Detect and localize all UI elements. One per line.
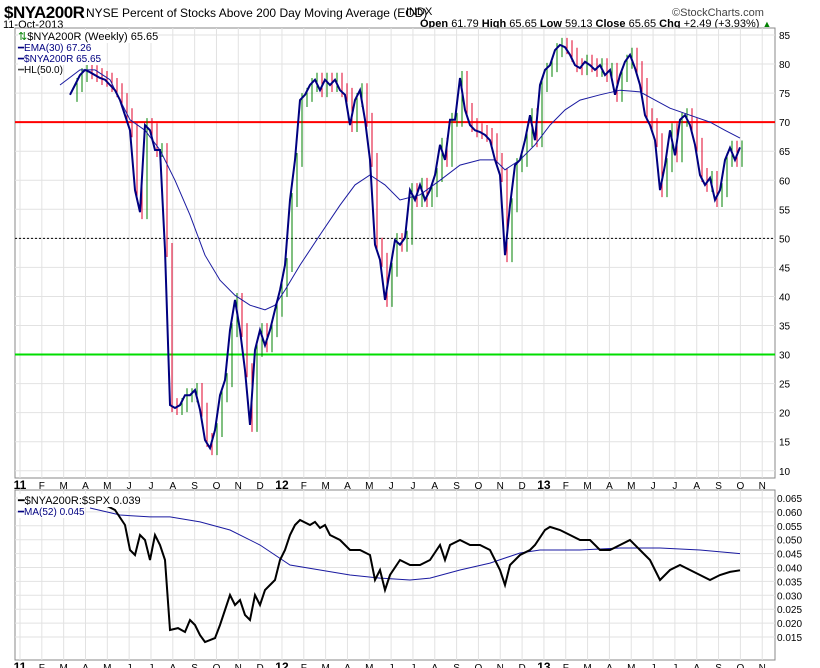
month-tick-label: A: [693, 663, 700, 668]
month-tick-label: N: [497, 663, 504, 668]
y-tick-label: 0.065: [777, 494, 802, 505]
y-tick-label: 65: [779, 147, 791, 158]
month-tick-label: S: [191, 663, 198, 668]
month-tick-label: J: [389, 663, 394, 668]
y-tick-label: 0.025: [777, 605, 802, 616]
y-tick-label: 55: [779, 205, 791, 216]
y-tick-label: 30: [779, 351, 791, 362]
y-tick-label: 80: [779, 60, 791, 71]
y-tick-label: 20: [779, 409, 791, 420]
month-tick-label: F: [39, 663, 45, 668]
y-tick-label: 50: [779, 234, 791, 245]
y-tick-label: 0.040: [777, 564, 802, 575]
legend-ma-label: MA(52) 0.045: [24, 507, 85, 518]
y-tick-label: 70: [779, 118, 791, 129]
month-tick-label: N: [759, 663, 766, 668]
month-tick-label: A: [169, 663, 176, 668]
stockchart: $NYA200R NYSE Percent of Stocks Above 20…: [0, 0, 820, 668]
month-tick-label: A: [431, 663, 438, 668]
legend-hl-label: HL(50.0): [24, 65, 63, 76]
y-tick-label: 0.060: [777, 508, 802, 519]
month-tick-label: 12: [275, 660, 289, 668]
month-tick-label: M: [365, 663, 373, 668]
y-tick-label: 0.045: [777, 550, 802, 561]
legend-hl: ┅HL(50.0): [18, 65, 63, 76]
legend-ema-label: EMA(30) 67.26: [24, 43, 92, 54]
y-tick-label: 15: [779, 438, 791, 449]
month-tick-label: F: [563, 663, 569, 668]
month-tick-label: O: [213, 663, 221, 668]
legend-main: ⇅$NYA200R (Weekly) 65.65: [18, 30, 159, 43]
month-tick-label: D: [257, 663, 264, 668]
y-tick-label: 0.020: [777, 619, 802, 630]
month-tick-label: O: [736, 663, 744, 668]
y-tick-label: 35: [779, 322, 791, 333]
legend-ema: ━EMA(30) 67.26: [18, 43, 92, 54]
month-tick-label: J: [410, 663, 415, 668]
chart-canvas: 1111FFMMAAMMJJJJAASSOONNDD1212FFMMAAMMJJ…: [14, 27, 802, 668]
month-tick-label: M: [103, 663, 111, 668]
month-tick-label: M: [321, 663, 329, 668]
y-tick-label: 0.050: [777, 536, 802, 547]
y-tick-label: 0.015: [777, 633, 802, 644]
legend-close-label: $NYA200R 65.65: [24, 54, 102, 65]
legend-ratio-label: $NYA200R:$SPX 0.039: [24, 495, 141, 507]
y-tick-label: 0.030: [777, 591, 802, 602]
month-tick-label: 12: [275, 478, 289, 492]
month-tick-label: D: [518, 663, 525, 668]
legend-price: $NYA200R (Weekly) 65.65: [27, 31, 159, 43]
month-tick-label: S: [715, 663, 722, 668]
month-tick-label: 13: [537, 478, 551, 492]
month-tick-label: J: [148, 663, 153, 668]
month-tick-label: 11: [14, 478, 27, 492]
legend-ma: ━MA(52) 0.045: [18, 507, 85, 518]
y-tick-label: 45: [779, 263, 791, 274]
y-tick-label: 10: [779, 467, 791, 478]
month-tick-label: F: [301, 663, 307, 668]
y-tick-label: 60: [779, 176, 791, 187]
month-tick-label: J: [651, 663, 656, 668]
y-tick-label: 40: [779, 292, 791, 303]
y-tick-label: 75: [779, 89, 791, 100]
y-tick-label: 25: [779, 380, 791, 391]
month-tick-label: 11: [14, 660, 27, 668]
month-tick-label: N: [235, 663, 242, 668]
month-tick-label: O: [475, 663, 483, 668]
month-tick-label: A: [82, 663, 89, 668]
month-tick-label: J: [672, 663, 677, 668]
month-tick-label: M: [627, 663, 635, 668]
legend-close: ━$NYA200R 65.65: [18, 54, 102, 65]
month-tick-label: A: [606, 663, 613, 668]
y-tick-label: 0.035: [777, 577, 802, 588]
legend-ratio: ━$NYA200R:$SPX 0.039: [18, 494, 141, 507]
month-tick-label: S: [453, 663, 460, 668]
month-tick-label: J: [127, 663, 132, 668]
ohlc-icon: ⇅: [18, 31, 28, 43]
y-tick-label: 0.055: [777, 522, 802, 533]
month-tick-label: M: [583, 663, 591, 668]
month-tick-label: A: [344, 663, 351, 668]
month-tick-label: 13: [537, 660, 551, 668]
y-tick-label: 85: [779, 31, 791, 42]
month-tick-label: M: [59, 663, 67, 668]
